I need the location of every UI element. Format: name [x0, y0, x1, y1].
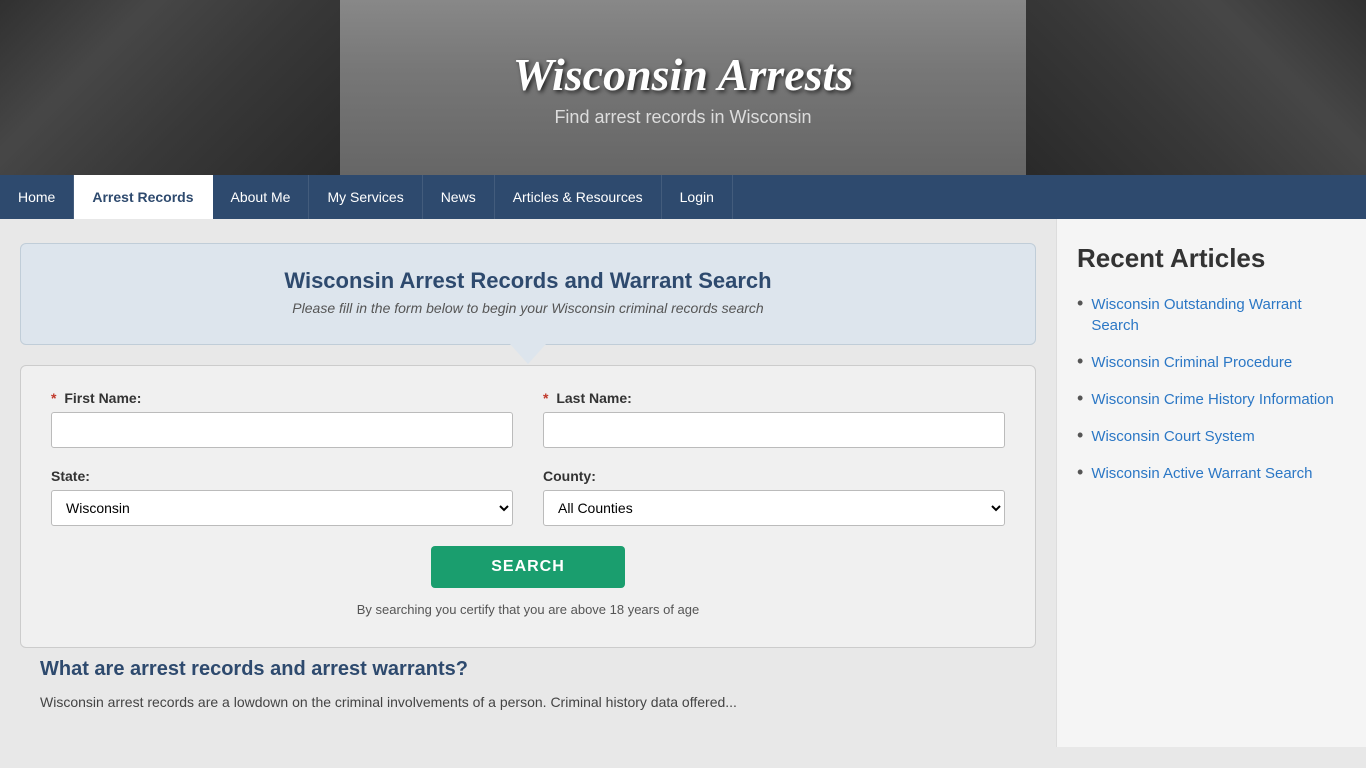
search-form: * First Name: * Last Name: State:	[20, 365, 1036, 648]
sidebar-article-link[interactable]: Wisconsin Outstanding Warrant Search	[1091, 294, 1346, 336]
search-card-title: Wisconsin Arrest Records and Warrant Sea…	[51, 268, 1005, 294]
nav-arrest-records[interactable]: Arrest Records	[74, 175, 212, 219]
sidebar-article-link[interactable]: Wisconsin Court System	[1091, 426, 1254, 447]
county-label: County:	[543, 468, 1005, 484]
state-label: State:	[51, 468, 513, 484]
bottom-section: What are arrest records and arrest warra…	[20, 648, 1036, 723]
state-group: State: Wisconsin	[51, 468, 513, 526]
nav-news[interactable]: News	[423, 175, 495, 219]
search-card: Wisconsin Arrest Records and Warrant Sea…	[20, 243, 1036, 345]
list-item: Wisconsin Outstanding Warrant Search	[1077, 294, 1346, 336]
list-item: Wisconsin Crime History Information	[1077, 389, 1346, 410]
sidebar-title: Recent Articles	[1077, 243, 1346, 274]
required-star-last: *	[543, 390, 548, 406]
sidebar-article-link[interactable]: Wisconsin Criminal Procedure	[1091, 352, 1292, 373]
header-right-image	[1026, 0, 1366, 175]
list-item: Wisconsin Criminal Procedure	[1077, 352, 1346, 373]
header-content: Wisconsin Arrests Find arrest records in…	[513, 48, 853, 128]
header-left-image	[0, 0, 340, 175]
county-group: County: All CountiesAdamsAshlandBarronBa…	[543, 468, 1005, 526]
last-name-label: * Last Name:	[543, 390, 1005, 406]
search-button[interactable]: SEARCH	[431, 546, 625, 588]
location-row: State: Wisconsin County: All CountiesAda…	[51, 468, 1005, 526]
name-row: * First Name: * Last Name:	[51, 390, 1005, 448]
main-container: Wisconsin Arrest Records and Warrant Sea…	[0, 219, 1366, 747]
content-area: Wisconsin Arrest Records and Warrant Sea…	[0, 219, 1056, 747]
site-title: Wisconsin Arrests	[513, 48, 853, 101]
nav-my-services[interactable]: My Services	[309, 175, 422, 219]
last-name-input[interactable]	[543, 412, 1005, 448]
search-card-arrow	[510, 344, 546, 364]
first-name-group: * First Name:	[51, 390, 513, 448]
nav-about-me[interactable]: About Me	[213, 175, 310, 219]
nav-login[interactable]: Login	[662, 175, 733, 219]
required-star-first: *	[51, 390, 56, 406]
site-subtitle: Find arrest records in Wisconsin	[513, 107, 853, 128]
first-name-input[interactable]	[51, 412, 513, 448]
sidebar-article-link[interactable]: Wisconsin Crime History Information	[1091, 389, 1334, 410]
bottom-title: What are arrest records and arrest warra…	[40, 658, 1016, 681]
certify-text: By searching you certify that you are ab…	[51, 602, 1005, 617]
site-header: Wisconsin Arrests Find arrest records in…	[0, 0, 1366, 175]
bottom-text: Wisconsin arrest records are a lowdown o…	[40, 691, 1016, 713]
sidebar: Recent Articles Wisconsin Outstanding Wa…	[1056, 219, 1366, 747]
search-card-subtitle: Please fill in the form below to begin y…	[51, 300, 1005, 316]
first-name-label: * First Name:	[51, 390, 513, 406]
county-select[interactable]: All CountiesAdamsAshlandBarronBayfieldBr…	[543, 490, 1005, 526]
nav-home[interactable]: Home	[0, 175, 74, 219]
sidebar-article-link[interactable]: Wisconsin Active Warrant Search	[1091, 463, 1312, 484]
nav-articles[interactable]: Articles & Resources	[495, 175, 662, 219]
main-nav: Home Arrest Records About Me My Services…	[0, 175, 1366, 219]
list-item: Wisconsin Active Warrant Search	[1077, 463, 1346, 484]
last-name-group: * Last Name:	[543, 390, 1005, 448]
list-item: Wisconsin Court System	[1077, 426, 1346, 447]
state-select[interactable]: Wisconsin	[51, 490, 513, 526]
recent-articles-list: Wisconsin Outstanding Warrant Search Wisc…	[1077, 294, 1346, 484]
